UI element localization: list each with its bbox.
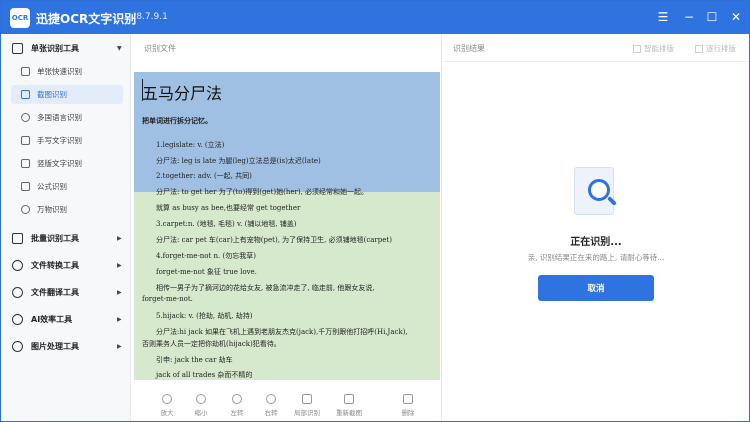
- app-window: OCR 迅捷OCR文字识别 v8.7.9.1 ☰ − ☐ ✕ 单张识别工具 ▼ …: [0, 0, 750, 422]
- doc-line: 3.carpet:n. (地毯, 毛毯) v. (铺以地毯, 铺盖): [156, 220, 297, 228]
- quick-scan-icon: [21, 67, 30, 76]
- group-single-recognition[interactable]: 单张识别工具 ▼: [1, 37, 131, 59]
- doc-line: 5.hijack: v. (抢劫, 劫机, 劫持): [156, 312, 253, 320]
- sidebar-item-screenshot[interactable]: 截图识别: [11, 85, 123, 104]
- batch-icon: [12, 232, 23, 244]
- sidebar-item-vertical[interactable]: 竖版文字识别: [11, 154, 123, 173]
- retake-screenshot-icon: [344, 394, 354, 404]
- zoom-in-icon: [162, 394, 172, 404]
- document-preview[interactable]: 五马分尸法 把单词进行拆分记忆。 1.legislate: v. (立法) 分尸…: [134, 72, 440, 380]
- delete-button[interactable]: 删除: [391, 394, 425, 417]
- source-panel-title: 识别文件: [144, 44, 176, 53]
- rotate-left-button[interactable]: 左转: [220, 394, 254, 417]
- group-ai-tools[interactable]: AI效率工具 ▶: [1, 308, 131, 330]
- cancel-button[interactable]: 取消: [538, 275, 654, 301]
- partial-recognize-button[interactable]: 局部识别: [290, 394, 324, 417]
- app-title: 迅捷OCR文字识别: [36, 12, 137, 26]
- doc-line: 1.legislate: v. (立法): [156, 141, 225, 149]
- chevron-right-icon: ▶: [117, 261, 122, 269]
- doc-line: forget-me-not 象征 true love.: [156, 268, 257, 276]
- doc-line: jack of all trades 杂而不精的: [156, 371, 253, 379]
- source-panel: 识别文件 五马分尸法 把单词进行拆分记忆。 1.legislate: v. (立…: [132, 34, 442, 421]
- sidebar-item-object[interactable]: 万物识别: [11, 200, 123, 219]
- zoom-out-button[interactable]: 缩小: [184, 394, 218, 417]
- group-image-tools[interactable]: 图片处理工具 ▶: [1, 335, 131, 357]
- doc-line: 2.together: adv. (一起, 共同): [156, 172, 252, 180]
- line-layout-icon: [695, 44, 703, 53]
- maximize-icon[interactable]: ☐: [704, 9, 720, 25]
- vertical-text-icon: [21, 159, 30, 168]
- sidebar-item-formula[interactable]: 公式识别: [11, 177, 123, 196]
- convert-icon: [12, 259, 23, 271]
- result-panel: 识别结果 智能排版 逐行排版 正在识别... 亲, 识别结果正在来的路上, 请耐…: [443, 34, 749, 421]
- globe-icon: [21, 113, 30, 122]
- close-icon[interactable]: ✕: [728, 9, 744, 25]
- rotate-right-icon: [266, 394, 276, 404]
- doc-line: 分尸法: car pet 车(car)上有宠物(pet), 为了保持卫生, 必须…: [156, 236, 392, 244]
- searching-illustration: [570, 159, 628, 217]
- group-batch-recognition[interactable]: 批量识别工具 ▶: [1, 227, 131, 249]
- doc-line: 否则乘务人员一定把你劫机(hijack)犯看待。: [142, 340, 281, 348]
- image-toolbar: 放大 缩小 左转 右转 局部识别 重新截图 删除: [132, 390, 442, 421]
- rotate-left-icon: [232, 394, 242, 404]
- image-icon: [12, 340, 23, 352]
- retake-screenshot-button[interactable]: 重新截图: [332, 394, 366, 417]
- group-file-conversion[interactable]: 文件转换工具 ▶: [1, 254, 131, 276]
- app-version: v8.7.9.1: [131, 12, 168, 22]
- delete-icon: [403, 394, 413, 404]
- smart-layout-button[interactable]: 智能排版: [633, 43, 674, 54]
- doc-line: forget-me-not.: [142, 295, 193, 303]
- recognition-status: 正在识别...: [570, 237, 622, 248]
- line-layout-button[interactable]: 逐行排版: [695, 43, 736, 54]
- chevron-right-icon: ▶: [117, 288, 122, 296]
- smart-layout-icon: [633, 44, 641, 53]
- menu-icon[interactable]: ☰: [655, 9, 671, 25]
- minimize-icon[interactable]: −: [681, 9, 697, 25]
- ai-icon: [12, 313, 23, 325]
- doc-line: 就算 as busy as bee,也要经常 get together: [156, 204, 301, 212]
- pen-icon: [21, 136, 30, 145]
- scan-icon: [12, 42, 23, 54]
- doc-line: 引申: jack the car 劫车: [156, 356, 233, 364]
- sidebar: 单张识别工具 ▼ 单张快速识别 截图识别 多国语言识别 手写文字识别 竖版文字识…: [1, 34, 131, 421]
- recognition-hint: 亲, 识别结果正在来的路上, 请耐心等待...: [527, 253, 665, 262]
- translate-icon: [12, 286, 23, 298]
- zoom-in-button[interactable]: 放大: [150, 394, 184, 417]
- chevron-down-icon: ▼: [117, 44, 122, 52]
- app-logo: OCR: [10, 8, 30, 28]
- doc-line: 分尸法:hi jack 如果在飞机上遇到老朋友杰克(jack),千万别跟他打招呼…: [156, 328, 408, 336]
- sidebar-item-quick[interactable]: 单张快速识别: [11, 62, 123, 81]
- doc-line: 4.forget-me-not n. (勿忘我草): [156, 252, 256, 260]
- result-panel-title: 识别结果: [453, 44, 485, 53]
- chevron-right-icon: ▶: [117, 315, 122, 323]
- doc-line: 分尸法: leg is late 为腿(leg)立法总是(is)太迟(late): [156, 157, 321, 165]
- divider: [443, 61, 749, 62]
- sidebar-item-multilang[interactable]: 多国语言识别: [11, 108, 123, 127]
- title-bar: OCR 迅捷OCR文字识别 v8.7.9.1 ☰ − ☐ ✕: [1, 1, 749, 34]
- zoom-out-icon: [196, 394, 206, 404]
- rotate-right-button[interactable]: 右转: [254, 394, 288, 417]
- doc-title: 五马分尸法: [142, 84, 223, 103]
- formula-icon: [21, 182, 30, 191]
- group-file-translation[interactable]: 文件翻译工具 ▶: [1, 281, 131, 303]
- object-icon: [21, 205, 30, 214]
- doc-subtitle: 把单词进行拆分记忆。: [142, 116, 212, 125]
- crop-icon: [21, 90, 30, 99]
- sidebar-item-handwriting[interactable]: 手写文字识别: [11, 131, 123, 150]
- partial-recognize-icon: [302, 394, 312, 404]
- doc-line: 分尸法: to get her 为了(to)得到(get)她(her), 必须经…: [156, 188, 369, 196]
- chevron-right-icon: ▶: [117, 342, 122, 350]
- doc-line: 相传一男子为了摘河边的花给女友, 被急流冲走了, 临走前, 他跟女友说,: [156, 284, 375, 292]
- chevron-right-icon: ▶: [117, 234, 122, 242]
